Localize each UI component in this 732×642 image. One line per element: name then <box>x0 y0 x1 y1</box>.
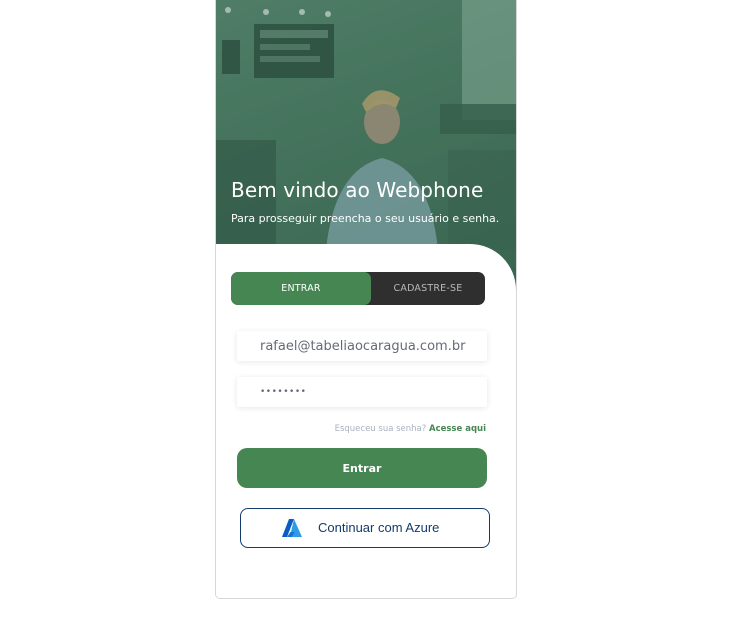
password-input[interactable] <box>237 377 490 407</box>
login-card: Bem vindo ao Webphone Para prosseguir pr… <box>215 0 517 599</box>
tab-cadastre-se[interactable]: CADASTRE-SE <box>371 272 485 305</box>
email-input[interactable] <box>237 331 490 361</box>
login-button[interactable]: Entrar <box>237 448 487 488</box>
tab-entrar[interactable]: ENTRAR <box>231 272 371 305</box>
forgot-link[interactable]: Acesse aqui <box>429 424 486 434</box>
login-panel: ENTRAR CADASTRE-SE Esqueceu sua senha? A… <box>216 244 516 598</box>
azure-login-label: Continuar com Azure <box>318 520 440 535</box>
azure-logo-icon <box>282 519 302 537</box>
welcome-title: Bem vindo ao Webphone <box>231 178 484 202</box>
azure-login-button[interactable]: Continuar com Azure <box>240 508 490 548</box>
welcome-subtitle: Para prosseguir preencha o seu usuário e… <box>231 212 500 225</box>
forgot-password: Esqueceu sua senha? Acesse aqui <box>335 424 486 434</box>
auth-tabs: ENTRAR CADASTRE-SE <box>231 272 485 305</box>
password-field <box>237 377 490 407</box>
email-field <box>237 331 490 361</box>
forgot-text: Esqueceu sua senha? <box>334 424 427 434</box>
